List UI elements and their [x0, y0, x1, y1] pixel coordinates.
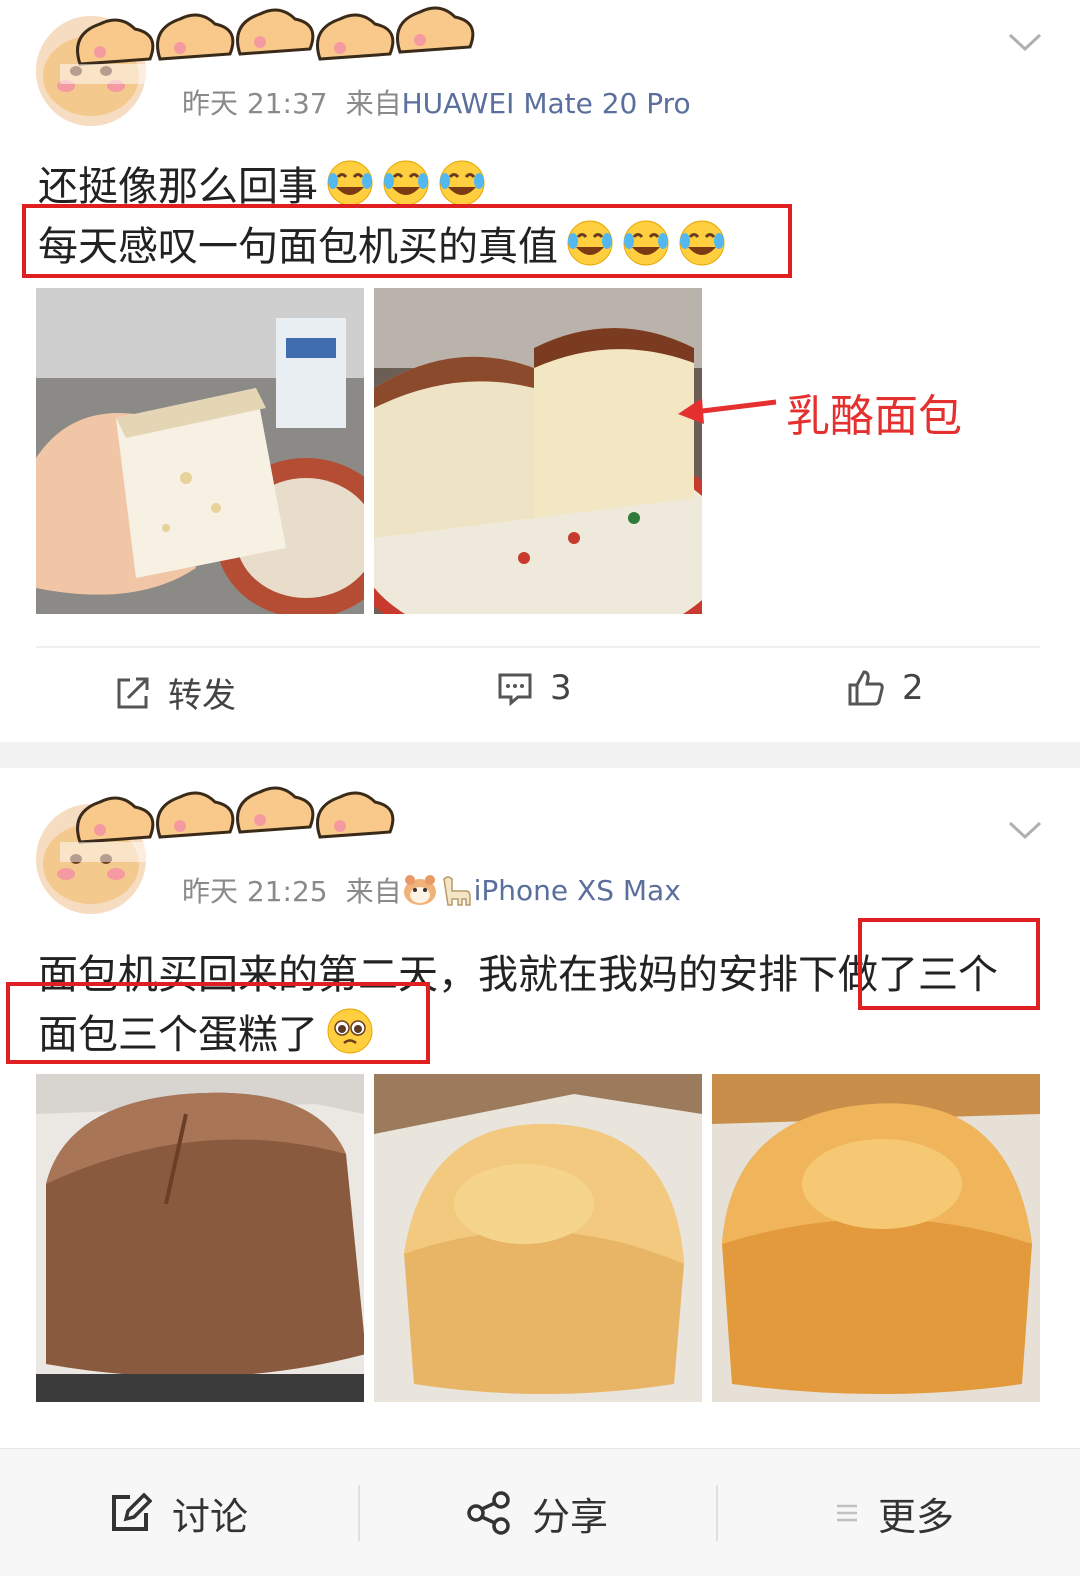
post-action-bar: 转发 3 2: [0, 648, 1080, 738]
comment-button[interactable]: 3: [496, 668, 572, 708]
post-time: 昨天 21:25: [182, 875, 328, 908]
chevron-down-icon[interactable]: [1008, 32, 1042, 52]
post-photo-dark-bread[interactable]: [36, 1074, 364, 1402]
annotation-arrow-icon: [678, 398, 777, 424]
edit-icon: [112, 1492, 152, 1531]
post-source-link[interactable]: iPhone XS Max: [474, 874, 681, 907]
post-meta: 昨天 21:37 来自HUAWEI Mate 20 Pro: [182, 82, 691, 122]
post-photo-cheese-bread-plate[interactable]: [374, 288, 702, 614]
divider: [358, 1485, 360, 1541]
thumbs-up-icon: [848, 670, 884, 706]
post-meta: 昨天 21:25 来自 iPhone XS Max: [182, 870, 681, 910]
share-icon: [467, 1491, 510, 1535]
discuss-label: 讨论: [172, 1494, 249, 1539]
post-separator: [0, 742, 1080, 768]
annotation-label: 乳酪面包: [786, 391, 962, 442]
comment-count: 3: [550, 668, 572, 708]
more-button[interactable]: 更多: [836, 1449, 954, 1576]
hamster-icon: [403, 875, 436, 905]
weibo-post: 昨天 21:37 来自HUAWEI Mate 20 Pro 还挺像那么回事 每天…: [0, 0, 1080, 742]
post-time: 昨天 21:37: [182, 87, 328, 120]
username-sticker-mask[interactable]: [60, 782, 440, 862]
laugh-cry-emoji: [439, 160, 485, 206]
highlight-box: [6, 982, 430, 1064]
repost-label: 转发: [168, 676, 236, 716]
bottom-toolbar: 讨论 分享 更多: [0, 1448, 1080, 1576]
source-prefix: 来自: [345, 87, 402, 120]
comment-icon: [498, 673, 532, 707]
share-button[interactable]: 分享: [466, 1449, 608, 1576]
username-sticker-mask[interactable]: [60, 4, 510, 84]
more-label: 更多: [878, 1494, 955, 1539]
source-prefix: 来自: [345, 875, 402, 908]
share-label: 分享: [532, 1494, 609, 1539]
menu-icon: [837, 1504, 857, 1522]
divider: [716, 1485, 718, 1541]
laugh-cry-emoji: [327, 160, 373, 206]
highlight-box: [858, 918, 1040, 1010]
like-count: 2: [902, 668, 924, 708]
like-button[interactable]: 2: [846, 668, 924, 708]
post-photo-cake-1[interactable]: [374, 1074, 702, 1402]
discuss-button[interactable]: 讨论: [108, 1449, 248, 1576]
post-photo-cheese-bread-hand[interactable]: [36, 288, 364, 614]
alpaca-icon: [442, 876, 471, 906]
post-photo-cake-2[interactable]: [712, 1074, 1040, 1402]
repost-icon: [117, 677, 149, 708]
highlight-box: [22, 204, 792, 278]
chevron-down-icon[interactable]: [1008, 820, 1042, 840]
weibo-post: 昨天 21:25 来自 iPhone XS Max 面包机买回来的第二天，我就在…: [0, 768, 1080, 1448]
repost-button[interactable]: 转发: [114, 668, 236, 717]
post-source-link[interactable]: HUAWEI Mate 20 Pro: [402, 87, 691, 120]
laugh-cry-emoji: [383, 160, 429, 206]
